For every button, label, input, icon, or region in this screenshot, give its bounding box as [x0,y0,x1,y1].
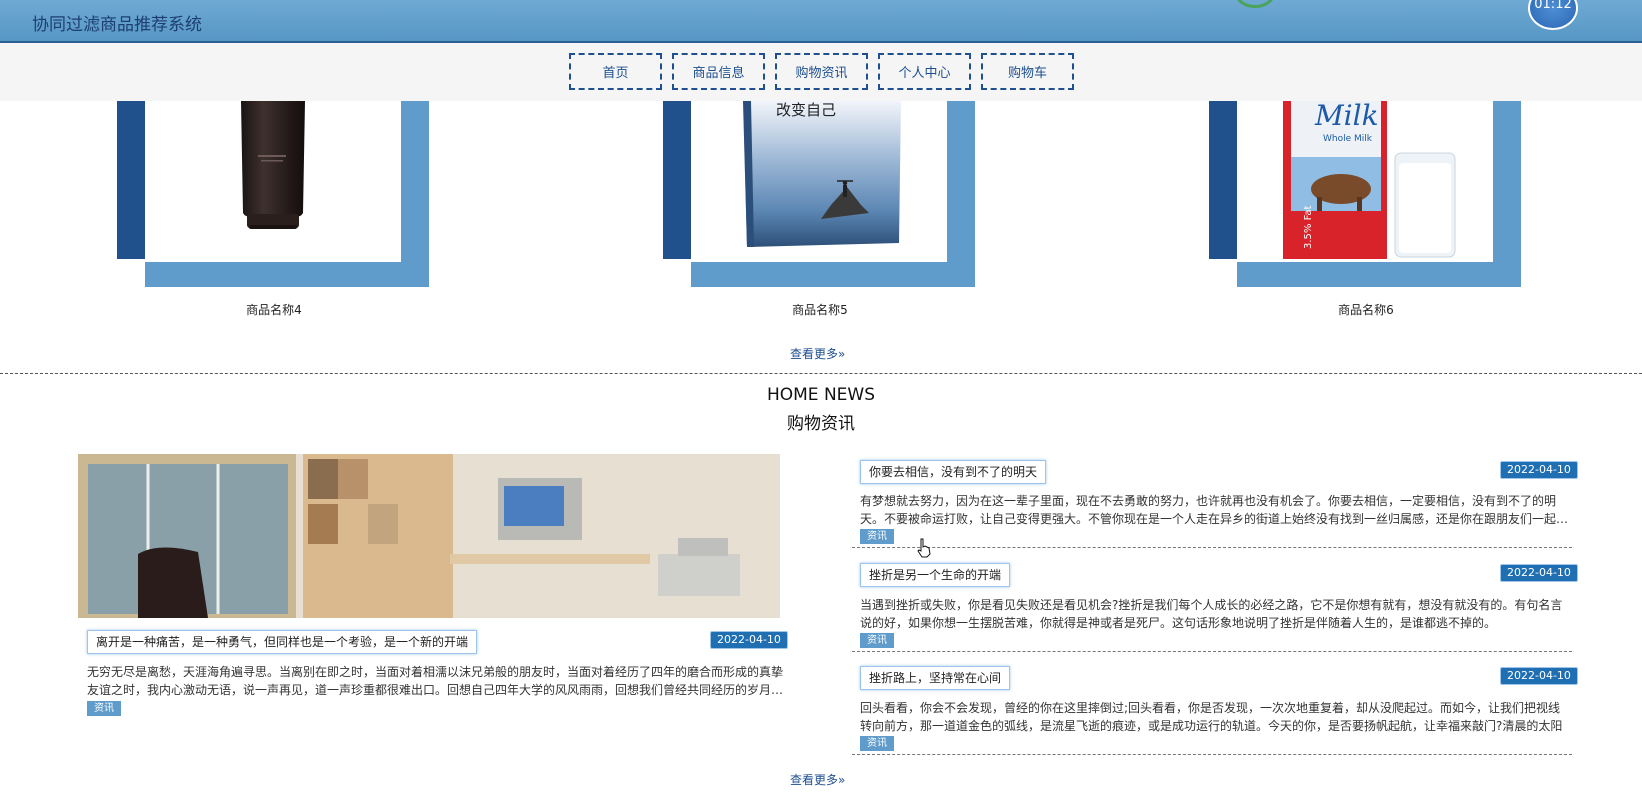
side-news-tag[interactable]: 资讯 [860,529,894,544]
side-news-date: 2022-04-10 [1500,667,1578,685]
product-image[interactable] [145,101,401,262]
main-news-body: 无穷无尽是离愁，天涯海角遍寻思。当离别在即之时，当面对着相濡以沫兄弟般的朋友时，… [87,665,784,697]
main-nav: 首页 商品信息 购物资讯 个人中心 购物车 [0,43,1642,101]
milk-fat-text: 3.5% Fat [1303,205,1314,249]
view-more-news-link[interactable]: 查看更多» [790,771,845,788]
side-news-date: 2022-04-10 [1500,564,1578,582]
side-news-date: 2022-04-10 [1500,461,1578,479]
side-news-title[interactable]: 挫折是另一个生命的开端 [860,563,1011,587]
nav-profile[interactable]: 个人中心 [878,53,971,90]
side-news-tag[interactable]: 资讯 [860,736,894,751]
book-title-text: 改变自己 [776,101,836,119]
product-image[interactable]: 改变自己 [691,101,947,262]
section-divider [0,373,1642,374]
timer-text: 01:12 [1534,0,1572,12]
product-name[interactable]: 商品名称5 [660,301,980,318]
side-news-body: 当遇到挫折或失败，你是看见失败还是看见机会?挫折是我们每个人成长的必经之路，它不… [860,598,1563,630]
news-separator [852,547,1572,548]
product-card[interactable]: 商品名称4 [117,101,429,317]
product-name[interactable]: 商品名称6 [1206,301,1526,318]
product-card[interactable]: 改变自己 商品名称5 [663,101,975,317]
side-news-tag[interactable]: 资讯 [860,633,894,648]
site-title: 协同过滤商品推荐系统 [32,15,202,35]
timer-badge: 01:12 [1528,0,1578,30]
nav-home[interactable]: 首页 [569,53,662,90]
nav-cart[interactable]: 购物车 [981,53,1074,90]
nav-news[interactable]: 购物资讯 [775,53,868,90]
side-news-title[interactable]: 挫折路上，坚持常在心间 [860,666,1011,690]
news-separator [852,754,1572,755]
product-name[interactable]: 商品名称4 [114,301,434,318]
main-news-title[interactable]: 离开是一种痛苦，是一种勇气，但同样也是一个考验，是一个新的开端 [87,630,478,654]
product-card[interactable]: Milk Whole Milk 3.5% Fat 商品名称6 [1209,101,1521,317]
main-news-image[interactable] [78,454,780,618]
nav-products[interactable]: 商品信息 [672,53,765,90]
top-header: 协同过滤商品推荐系统 01:12 [0,0,1642,43]
side-news-body: 回头看看，你会不会发现，曾经的你在这里摔倒过;回头看看，你是否发现，一次次地重复… [860,701,1563,733]
news-separator [852,651,1572,652]
news-heading-cn: 购物资讯 [787,414,855,434]
green-ring-icon [1232,0,1278,8]
main-news-date: 2022-04-10 [710,631,788,649]
news-heading-en: HOME NEWS [766,385,876,405]
milk-sub-text: Whole Milk [1323,134,1373,144]
milk-brand-text: Milk [1314,101,1379,132]
product-image[interactable]: Milk Whole Milk 3.5% Fat [1237,101,1493,262]
side-news-body: 有梦想就去努力，因为在这一辈子里面，现在不去勇敢的努力，也许就再也没有机会了。你… [860,494,1569,526]
main-news-tag[interactable]: 资讯 [87,701,121,716]
side-news-title[interactable]: 你要去相信，没有到不了的明天 [860,460,1047,484]
hand-cursor-icon [917,538,931,558]
view-more-products-link[interactable]: 查看更多» [790,345,845,362]
